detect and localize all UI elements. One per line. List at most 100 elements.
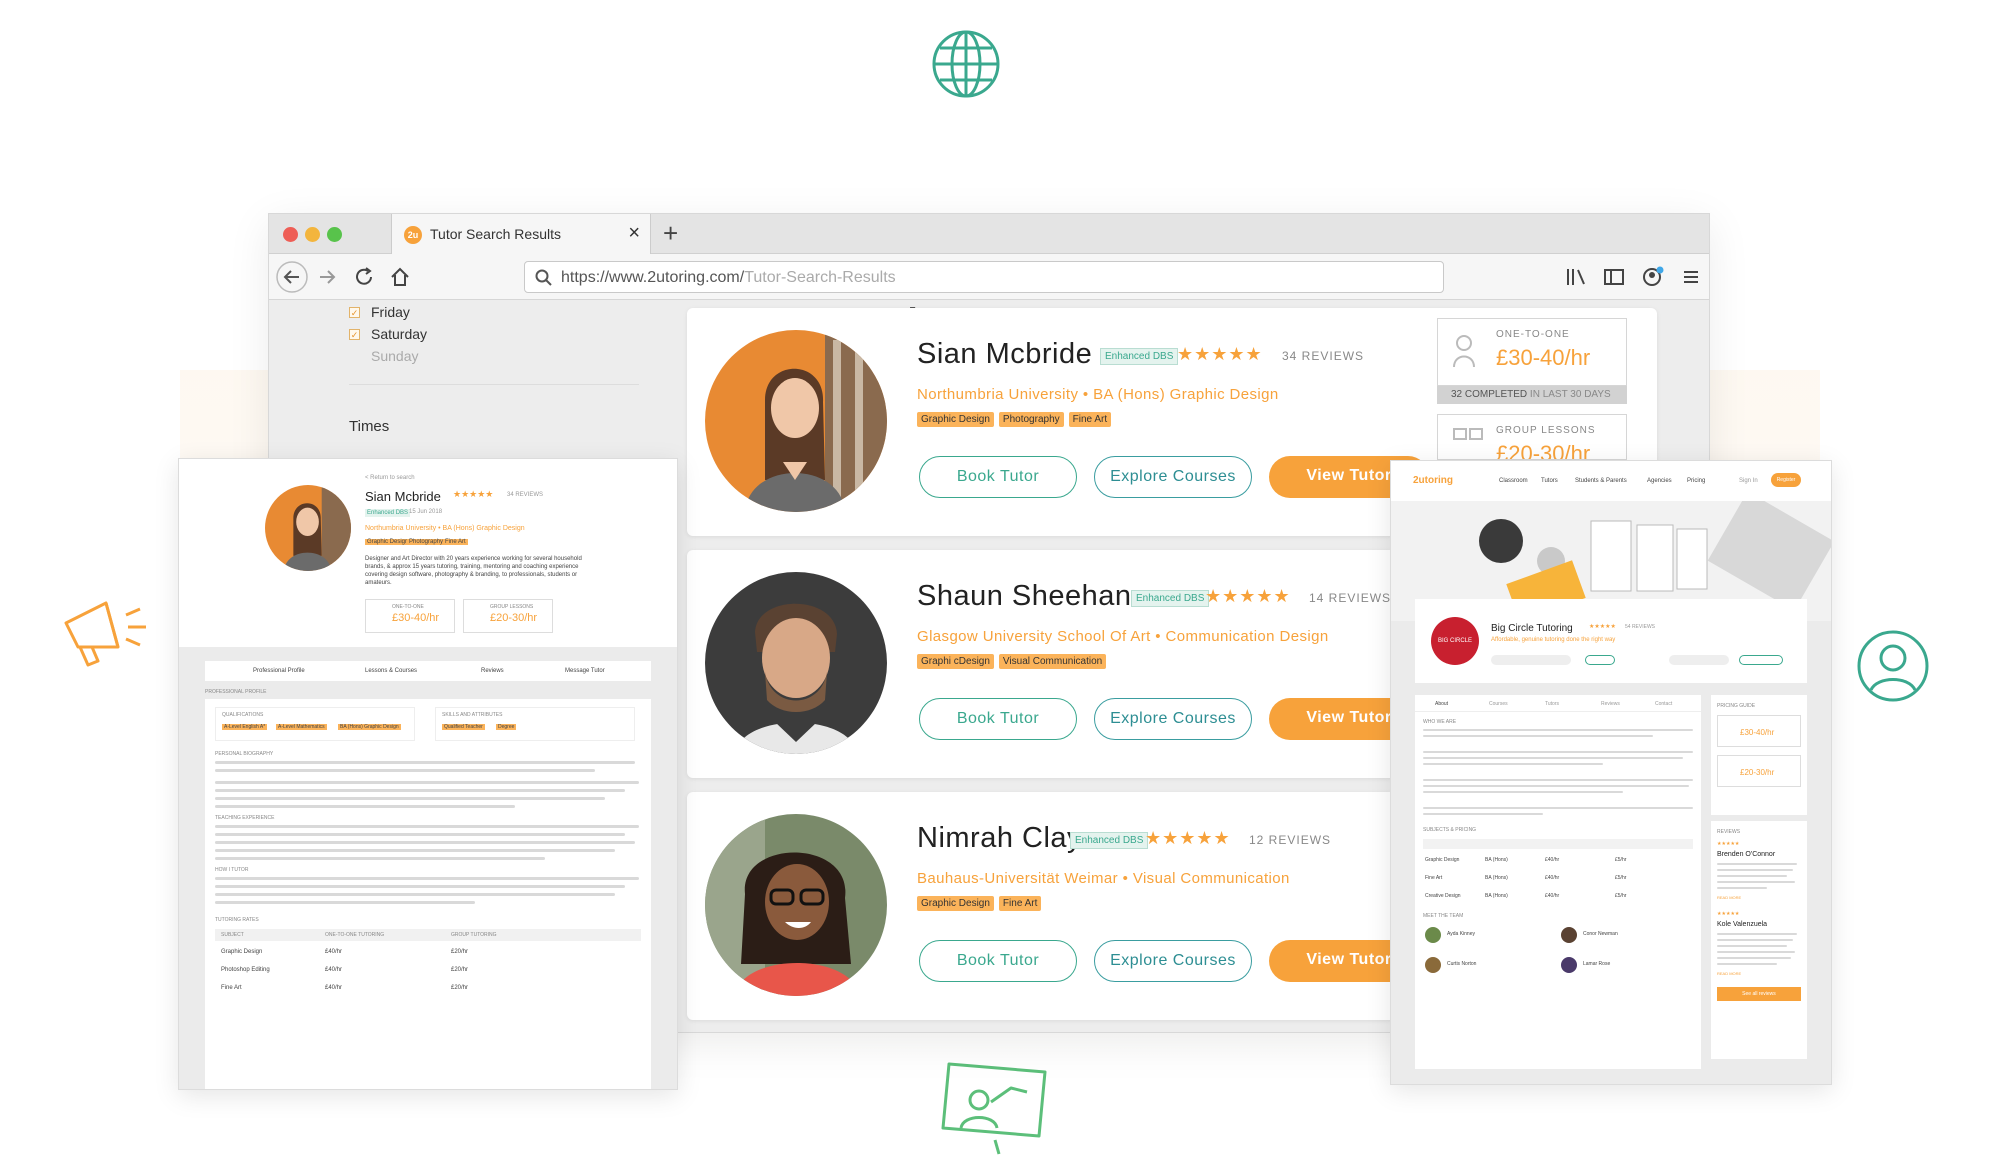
tab-reviews[interactable]: Reviews [1601,701,1620,707]
nav-link[interactable]: Tutors [1541,478,1558,484]
subject-tag: Graphic Design [917,412,994,427]
back-icon[interactable] [275,260,309,294]
subject-name: Graphic Design [1425,857,1460,863]
rating-stars: ★★★★★ [1717,841,1740,847]
address-bar[interactable]: https://www.2utoring.com/Tutor-Search-Re… [524,261,1444,293]
subject-tag: Fine Art [443,539,468,545]
menu-icon[interactable] [1681,267,1701,287]
reviews-heading: REVIEWS [1717,829,1741,835]
tab-message-tutor[interactable]: Message Tutor [565,668,605,674]
book-tutor-button[interactable]: Book Tutor [919,940,1077,982]
qualifications-box: QUALIFICATIONS A-Level English A* A-Leve… [215,707,415,741]
return-to-search-link[interactable]: < Return to search [365,475,415,481]
group-price-box: £20-30/hr [1717,755,1801,787]
rate-subject: Fine Art [221,985,242,991]
avatar [705,572,887,754]
sidebar-toggle-icon[interactable] [1603,267,1625,287]
dbs-badge: Enhanced DBS [1100,348,1179,365]
one-to-one-price: £30-40/hr [1496,345,1591,370]
tutor-avatars [1491,655,1571,665]
tutor-name: Sian Mcbride [365,489,441,504]
rates-column-header: ONE-TO-ONE TUTORING [325,932,385,938]
nav-link[interactable]: Students & Parents [1575,478,1627,484]
close-window-button[interactable] [283,227,298,242]
tutor-name[interactable]: Shaun Sheehan [917,580,1132,613]
account-icon[interactable] [1641,265,1665,289]
user-profile-icon [1857,630,1929,702]
subject-name: Fine Art [1425,875,1443,881]
rating-stars: ★★★★★ [1145,828,1231,848]
one-to-one-price-box: ONE-TO-ONE £30-40/hr [365,599,455,633]
nav-link[interactable]: Pricing [1687,478,1705,484]
book-tutor-button[interactable]: Book Tutor [919,456,1077,498]
skill-tag: Qualified Teacher [442,724,485,730]
saturday-checkbox[interactable]: ✓ [349,329,360,340]
tab-professional-profile[interactable]: Professional Profile [253,668,305,674]
tab-title: Tutor Search Results [430,226,561,242]
reload-icon[interactable] [353,266,375,288]
dbs-date: 15 Jun 2018 [409,509,443,515]
rates-heading: TUTORING RATES [215,917,259,923]
group-icon [1453,428,1483,440]
qualification-tag: A-Level English A* [222,724,268,730]
team-member-name: Conor Newman [1583,931,1618,937]
register-button[interactable]: Register [1771,473,1801,487]
tutor-name[interactable]: Sian Mcbride [917,338,1092,371]
read-more-link[interactable]: READ MORE [1717,971,1741,976]
close-tab-icon[interactable]: × [628,222,640,245]
rating-stars: ★★★★★ [1205,586,1291,606]
see-all-reviews-button[interactable]: See all reviews [1717,987,1801,1001]
teaching-heading: TEACHING EXPERIENCE [215,815,275,821]
rate-one-to-one: £40/hr [325,949,343,955]
pricing-guide-heading: PRICING GUIDE [1717,703,1756,709]
review-count[interactable]: 12 REVIEWS [1249,833,1331,847]
tab-courses[interactable]: Courses [1489,701,1508,707]
review-count[interactable]: 14 REVIEWS [1309,591,1391,605]
tutor-name[interactable]: Nimrah Clay [917,822,1082,855]
tab-tutor-search[interactable]: 2u Tutor Search Results × [391,214,651,255]
tab-about[interactable]: About [1435,701,1448,707]
rate-group: £20/hr [451,949,469,955]
agency-profile-preview: 2utoring Classroom Tutors Students & Par… [1390,460,1832,1085]
tab-lessons-courses[interactable]: Lessons & Courses [365,668,417,674]
library-icon[interactable] [1565,267,1587,287]
subject-level: BA (Hons) [1485,875,1508,881]
tab-tutors[interactable]: Tutors [1545,701,1559,707]
tutor-profile-preview: < Return to search Sian Mcbride ★★★★★ 34… [178,458,678,1090]
user-group-icon [1453,335,1475,368]
browse-courses-button[interactable] [1739,655,1783,665]
rate-group: £20/hr [451,967,469,973]
sign-in-link[interactable]: Sign In [1739,478,1758,484]
review-count[interactable]: 34 REVIEWS [1282,349,1364,363]
home-icon[interactable] [389,266,411,288]
qualifications-heading: QUALIFICATIONS [222,712,264,718]
read-more-link[interactable]: READ MORE [1717,895,1741,900]
friday-checkbox[interactable]: ✓ [349,307,360,318]
explore-courses-button[interactable]: Explore Courses [1094,698,1252,740]
subject-tag: Fine Art [998,896,1042,911]
subject-tag: Graphic Design [365,539,411,545]
profile-header: < Return to search Sian Mcbride ★★★★★ 34… [179,459,677,647]
skills-heading: SKILLS AND ATTRIBUTES [442,712,503,718]
nav-link[interactable]: Classroom [1499,478,1528,484]
explore-courses-button[interactable]: Explore Courses [1094,456,1252,498]
tutor-university: Glasgow University School Of Art • Commu… [917,628,1329,645]
minimize-window-button[interactable] [305,227,320,242]
rates-column-header: GROUP TUTORING [451,932,497,938]
site-logo[interactable]: 2utoring [1413,475,1453,486]
new-tab-icon[interactable]: + [663,218,678,249]
forward-icon[interactable] [317,267,337,287]
view-tutors-button[interactable] [1585,655,1615,665]
tutor-university: Bauhaus-Universität Weimar • Visual Comm… [917,870,1290,887]
book-tutor-button[interactable]: Book Tutor [919,698,1077,740]
rate-one-to-one: £40/hr [325,985,343,991]
maximize-window-button[interactable] [327,227,342,242]
reviewer-name: Brenden O'Connor [1717,851,1776,858]
dbs-badge: Enhanced DBS [365,509,411,517]
one-to-one-label: ONE-TO-ONE [1496,329,1570,340]
tab-contact[interactable]: Contact [1655,701,1672,707]
rate-group: £20/hr [451,985,469,991]
nav-link[interactable]: Agencies [1647,478,1672,484]
explore-courses-button[interactable]: Explore Courses [1094,940,1252,982]
tab-reviews[interactable]: Reviews [481,668,504,674]
